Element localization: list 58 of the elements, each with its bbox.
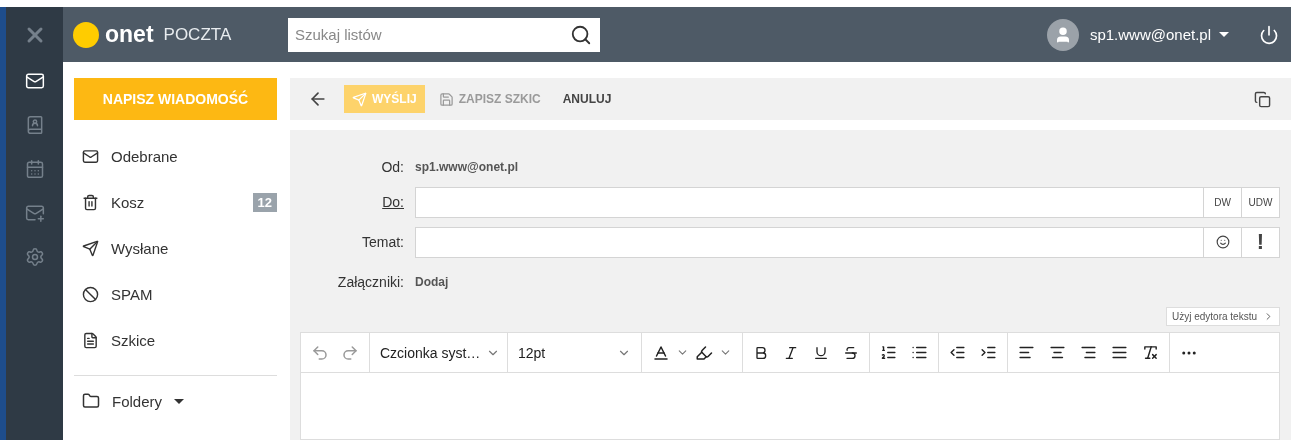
from-label: Od:: [380, 159, 404, 175]
underline-icon[interactable]: [813, 344, 829, 361]
search-icon[interactable]: [570, 23, 592, 46]
folders-toggle[interactable]: Foldery: [112, 392, 163, 410]
subject-field[interactable]: !: [415, 226, 1280, 258]
undo-icon[interactable]: [311, 343, 329, 362]
to-field[interactable]: DW UDW: [415, 186, 1280, 218]
to-label[interactable]: Do:: [300, 194, 404, 210]
cancel-button[interactable]: ANULUJ: [554, 85, 620, 113]
add-attachment-link[interactable]: Dodaj: [415, 275, 449, 289]
plain-editor-button[interactable]: Użyj edytora tekstu: [1165, 307, 1280, 326]
font-select[interactable]: Czcionka syst…: [370, 333, 508, 372]
strikethrough-icon[interactable]: [843, 344, 859, 361]
smiley-icon: [1215, 235, 1230, 249]
folder-link[interactable]: Kosz: [111, 193, 241, 211]
document-icon: [82, 331, 99, 349]
mail-plus-icon[interactable]: [24, 203, 45, 223]
outdent-icon[interactable]: [949, 344, 966, 361]
align-left-icon[interactable]: [1018, 344, 1035, 361]
calendar-icon[interactable]: [24, 159, 45, 179]
align-center-icon[interactable]: [1049, 344, 1066, 361]
prohibited-icon: [82, 285, 99, 303]
italic-icon[interactable]: [783, 344, 799, 361]
folder-link[interactable]: Odebrane: [111, 147, 277, 165]
folder-link[interactable]: Wysłane: [111, 239, 277, 257]
count-badge: 12: [252, 192, 277, 212]
logo-brand: onet: [105, 21, 154, 48]
text-color-icon[interactable]: [652, 343, 670, 362]
caret-icon[interactable]: [174, 398, 185, 404]
logo-dot-icon: [73, 21, 99, 48]
settings-icon[interactable]: [24, 247, 45, 267]
user-email[interactable]: sp1.www@onet.pl: [1089, 26, 1211, 43]
folder-link[interactable]: SPAM: [111, 285, 277, 303]
bold-icon[interactable]: [753, 344, 769, 361]
trash-icon: [82, 193, 99, 211]
attachments-label: Załączniki:: [336, 274, 404, 290]
align-justify-icon[interactable]: [1111, 344, 1128, 361]
power-icon[interactable]: [1259, 24, 1279, 45]
indent-icon[interactable]: [980, 344, 997, 361]
numbered-list-icon[interactable]: [880, 344, 897, 361]
paper-plane-icon: [82, 239, 99, 257]
align-right-icon[interactable]: [1080, 344, 1097, 361]
avatar-icon[interactable]: [1046, 18, 1079, 51]
redo-icon[interactable]: [341, 343, 359, 362]
mail-icon[interactable]: [24, 71, 45, 91]
bullet-list-icon[interactable]: [911, 344, 928, 361]
mail-icon: [82, 147, 99, 165]
highlighter-icon[interactable]: [695, 343, 713, 362]
paper-plane-icon: [352, 91, 367, 107]
folder-link[interactable]: Szkice: [111, 331, 277, 349]
size-select[interactable]: 12pt: [508, 333, 642, 372]
search-field[interactable]: Szukaj listów: [288, 17, 600, 52]
clear-format-icon[interactable]: [1142, 344, 1159, 361]
popout-icon[interactable]: [1254, 90, 1271, 108]
folder-icon: [82, 392, 100, 410]
from-address: sp1.www@onet.pl: [415, 160, 519, 174]
logo-product: POCZTA: [163, 24, 232, 45]
subject-label: Temat:: [361, 234, 404, 250]
